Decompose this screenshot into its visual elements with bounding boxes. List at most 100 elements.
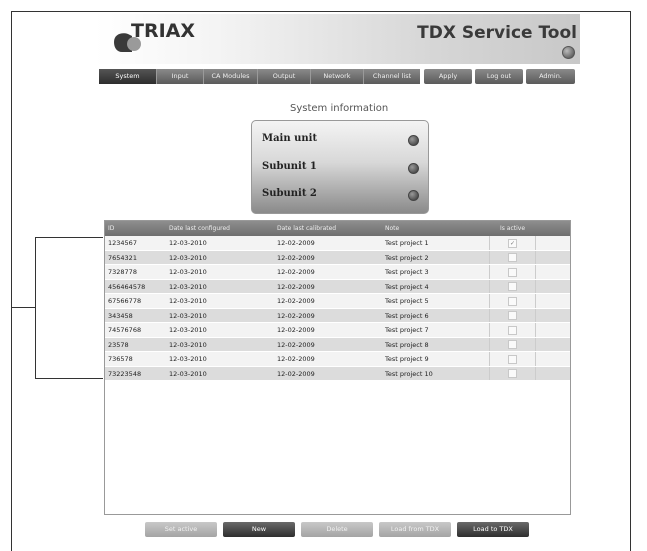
new-button[interactable]: New: [223, 522, 295, 537]
is-active-checkbox[interactable]: [508, 369, 517, 378]
cell-configured: 12-03-2010: [169, 340, 207, 349]
cell-is-active: ✓: [489, 236, 536, 250]
column-header-id[interactable]: ID: [105, 221, 166, 236]
cell-note: Test project 2: [385, 253, 429, 262]
is-active-checkbox[interactable]: [508, 267, 517, 277]
cell-is-active: [489, 250, 536, 264]
unit-status-panel: Main unit Subunit 1 Subunit 2: [251, 120, 429, 214]
cell-id: 1234567: [108, 239, 137, 247]
is-active-checkbox[interactable]: [508, 325, 517, 335]
table-row[interactable]: 73223548 12-03-2010 12-02-2009 Test project…: [105, 366, 570, 381]
cell-id: 74576768: [108, 326, 142, 334]
table-row[interactable]: 736578 12-03-2010 12-02-2009 Test project 9: [105, 352, 570, 367]
logo-text: TRIAX: [131, 20, 196, 42]
cell-spacer: [536, 323, 570, 337]
is-active-checkbox[interactable]: [508, 354, 517, 364]
cell-calibrated: 12-02-2009: [277, 268, 315, 276]
nav-actions: Apply Log out Admin.: [424, 69, 575, 84]
cell-configured: 12-03-2010: [169, 311, 207, 320]
cell-id: 456464578: [108, 282, 146, 291]
annotation-bracket-tick: [11, 307, 35, 308]
cell-spacer: [536, 236, 570, 250]
table-header: ID Date last configured Date last calibr…: [105, 221, 570, 236]
tab-system[interactable]: System: [99, 69, 157, 84]
is-active-checkbox[interactable]: [508, 340, 517, 349]
table-row[interactable]: 7654321 12-03-2010 12-02-2009 Test project …: [105, 250, 570, 265]
table-row[interactable]: 74576768 12-03-2010 12-02-2009 Test project…: [105, 323, 570, 338]
apply-button[interactable]: Apply: [424, 69, 472, 84]
cell-spacer: [536, 251, 570, 265]
cell-configured: 12-03-2010: [169, 326, 207, 334]
main-unit-led-icon: [408, 135, 419, 146]
cell-id: 23578: [108, 340, 129, 349]
cell-spacer: [536, 309, 570, 323]
column-header-is-active[interactable]: Is active: [489, 221, 536, 236]
subunit-2-led-icon: [408, 190, 419, 201]
tab-input[interactable]: Input: [157, 69, 204, 84]
cell-is-active: [489, 366, 536, 380]
table-row[interactable]: 1234567 12-03-2010 12-02-2009 Test project …: [105, 236, 570, 251]
cell-spacer: [536, 294, 570, 308]
cell-id: 7654321: [108, 253, 137, 262]
column-header-configured[interactable]: Date last configured: [166, 221, 274, 236]
is-active-checkbox[interactable]: [508, 253, 517, 262]
is-active-checkbox[interactable]: [508, 311, 517, 320]
cell-calibrated: 12-02-2009: [277, 340, 315, 349]
delete-button[interactable]: Delete: [301, 522, 373, 537]
annotation-bracket: [35, 237, 103, 379]
cell-note: Test project 9: [385, 355, 429, 363]
cell-is-active: [489, 279, 536, 293]
cell-spacer: [536, 367, 570, 381]
column-header-note[interactable]: Note: [382, 221, 489, 236]
table-row[interactable]: 456464578 12-03-2010 12-02-2009 Test projec…: [105, 279, 570, 294]
cell-id: 343458: [108, 311, 133, 320]
system-info-title: System information: [290, 103, 389, 114]
cell-note: Test project 5: [385, 297, 429, 305]
table-body: 1234567 12-03-2010 12-02-2009 Test project …: [105, 236, 570, 381]
tab-ca-modules[interactable]: CA Modules: [204, 69, 258, 84]
table-row[interactable]: 7328778 12-03-2010 12-02-2009 Test project …: [105, 265, 570, 280]
cell-spacer: [536, 280, 570, 294]
cell-is-active: [489, 294, 536, 308]
cell-calibrated: 12-02-2009: [277, 326, 315, 334]
column-header-calibrated[interactable]: Date last calibrated: [274, 221, 382, 236]
tab-channel-list[interactable]: Channel list: [364, 69, 420, 84]
cell-note: Test project 1: [385, 239, 429, 247]
status-led-icon: [562, 46, 575, 59]
cell-calibrated: 12-02-2009: [277, 355, 315, 363]
cell-is-active: [489, 323, 536, 337]
log-out-button[interactable]: Log out: [475, 69, 523, 84]
table-row[interactable]: 67566778 12-03-2010 12-02-2009 Test project…: [105, 294, 570, 309]
cell-configured: 12-03-2010: [169, 239, 207, 247]
admin-button[interactable]: Admin.: [526, 69, 575, 84]
is-active-checkbox[interactable]: ✓: [508, 238, 517, 248]
triax-logo: TRIAX: [112, 20, 222, 60]
table-row[interactable]: 23578 12-03-2010 12-02-2009 Test project 8: [105, 337, 570, 352]
cell-note: Test project 3: [385, 268, 429, 276]
cell-spacer: [536, 352, 570, 366]
cell-is-active: [489, 352, 536, 366]
app-title: TDX Service Tool: [417, 23, 577, 43]
load-to-tdx-button[interactable]: Load to TDX: [457, 522, 529, 537]
bottom-toolbar: Set active New Delete Load from TDX Load…: [145, 522, 529, 537]
cell-spacer: [536, 338, 570, 352]
is-active-checkbox[interactable]: [508, 282, 517, 291]
load-from-tdx-button[interactable]: Load from TDX: [379, 522, 451, 537]
is-active-checkbox[interactable]: [508, 296, 517, 306]
set-active-button[interactable]: Set active: [145, 522, 217, 537]
cell-configured: 12-03-2010: [169, 253, 207, 262]
cell-configured: 12-03-2010: [169, 282, 207, 291]
cell-is-active: [489, 337, 536, 351]
project-table: ID Date last configured Date last calibr…: [104, 220, 571, 515]
cell-spacer: [536, 265, 570, 279]
cell-id: 736578: [108, 355, 133, 363]
cell-calibrated: 12-02-2009: [277, 369, 315, 378]
cell-id: 67566778: [108, 297, 142, 305]
main-unit-label: Main unit: [262, 133, 318, 144]
subunit-1-label: Subunit 1: [262, 161, 317, 172]
tab-output[interactable]: Output: [258, 69, 311, 84]
cell-note: Test project 10: [385, 369, 433, 378]
tab-network[interactable]: Network: [311, 69, 364, 84]
table-row[interactable]: 343458 12-03-2010 12-02-2009 Test project 6: [105, 308, 570, 323]
column-header-spacer: [536, 221, 570, 236]
